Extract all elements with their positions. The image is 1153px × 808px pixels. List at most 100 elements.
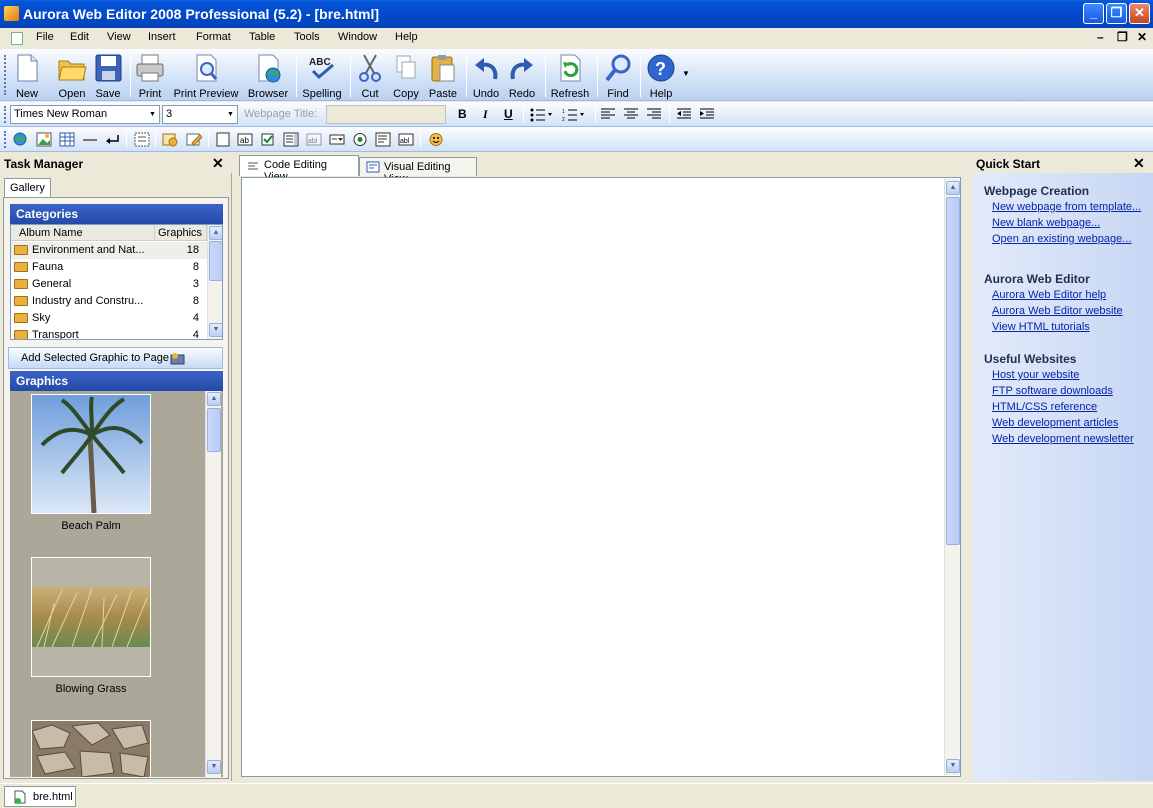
list-item[interactable]: Fauna 8: [11, 259, 207, 276]
link-aurora-help[interactable]: Aurora Web Editor help: [992, 289, 1106, 301]
maximize-button[interactable]: ❐: [1106, 3, 1127, 24]
spelling-button[interactable]: ABC Spelling: [302, 51, 342, 100]
cut-button[interactable]: Cut: [355, 51, 385, 100]
add-selected-graphic-button[interactable]: Add Selected Graphic to Page: [8, 347, 223, 369]
print-button[interactable]: Print: [135, 51, 165, 100]
align-right-icon[interactable]: [647, 107, 663, 122]
menu-edit[interactable]: Edit: [70, 31, 89, 43]
insert-list-box-icon[interactable]: [283, 132, 299, 147]
font-family-select[interactable]: Times New Roman ▼: [10, 105, 160, 124]
numbered-list-icon[interactable]: 12: [562, 107, 584, 123]
menu-file[interactable]: File: [36, 31, 54, 43]
menu-tools[interactable]: Tools: [294, 31, 320, 43]
indent-icon[interactable]: [700, 107, 716, 122]
link-host-website[interactable]: Host your website: [992, 369, 1079, 381]
insert-textarea-icon[interactable]: [375, 132, 391, 147]
scroll-up-icon[interactable]: ▲: [209, 226, 222, 240]
font-size-select[interactable]: 3 ▼: [162, 105, 238, 124]
menu-help[interactable]: Help: [395, 31, 418, 43]
mdi-minimize-button[interactable]: –: [1097, 30, 1104, 44]
link-web-dev-articles[interactable]: Web development articles: [992, 417, 1118, 429]
radio-button-icon[interactable]: [352, 132, 368, 147]
insert-dropdown-icon[interactable]: [329, 132, 345, 147]
list-item[interactable]: Transport 4: [11, 327, 207, 339]
find-button[interactable]: Find: [603, 51, 633, 100]
scroll-up-icon[interactable]: ▲: [207, 392, 221, 406]
list-item[interactable]: Environment and Nat... 18: [11, 242, 207, 259]
menu-format[interactable]: Format: [196, 31, 231, 43]
checkbox-icon[interactable]: [260, 132, 276, 147]
link-aurora-website[interactable]: Aurora Web Editor website: [992, 305, 1123, 317]
close-icon[interactable]: ✕: [1133, 155, 1145, 172]
mdi-restore-button[interactable]: ❐: [1117, 30, 1128, 44]
tab-visual-editing-view[interactable]: Visual Editing View: [359, 157, 477, 185]
mdi-close-button[interactable]: ✕: [1137, 30, 1147, 44]
line-break-icon[interactable]: [105, 132, 121, 147]
editor-scrollbar[interactable]: ▲ ▼: [944, 179, 960, 775]
categories-scrollbar[interactable]: ▲ ▼: [207, 225, 222, 339]
paste-button[interactable]: Paste: [427, 51, 459, 100]
scroll-thumb[interactable]: [209, 241, 222, 281]
insert-input-icon[interactable]: abl: [398, 132, 414, 147]
redo-button[interactable]: Redo: [507, 51, 537, 100]
close-button[interactable]: ✕: [1129, 3, 1150, 24]
scroll-thumb[interactable]: [946, 197, 960, 545]
toolbar-grip[interactable]: [4, 106, 7, 123]
menu-window[interactable]: Window: [338, 31, 377, 43]
column-header-album[interactable]: Album Name: [11, 225, 155, 241]
edit-pencil-icon[interactable]: [186, 132, 203, 147]
graphic-thumbnail-blowing-grass[interactable]: [31, 557, 151, 677]
menu-view[interactable]: View: [107, 31, 131, 43]
list-item[interactable]: Industry and Constru... 8: [11, 293, 207, 310]
browser-button[interactable]: Browser: [246, 51, 290, 100]
link-html-tutorials[interactable]: View HTML tutorials: [992, 321, 1090, 333]
graphic-thumbnail-beach-palm[interactable]: [31, 394, 151, 514]
code-editor[interactable]: ▲ ▼: [241, 177, 961, 777]
menu-table[interactable]: Table: [249, 31, 275, 43]
minimize-button[interactable]: _: [1083, 3, 1104, 24]
graphic-thumbnail-rocks[interactable]: [31, 720, 151, 777]
insert-label-icon[interactable]: ab: [237, 132, 253, 147]
document-icon[interactable]: [11, 32, 23, 45]
insert-div-icon[interactable]: [215, 132, 231, 147]
list-item[interactable]: Sky 4: [11, 310, 207, 327]
open-button[interactable]: Open: [56, 51, 88, 100]
close-icon[interactable]: ✕: [212, 155, 224, 172]
insert-table-icon[interactable]: [59, 132, 75, 147]
outdent-icon[interactable]: [677, 107, 693, 122]
help-button[interactable]: ? Help: [646, 51, 676, 100]
toolbar-grip[interactable]: [4, 55, 7, 95]
refresh-button[interactable]: Refresh: [550, 51, 590, 100]
undo-button[interactable]: Undo: [471, 51, 501, 100]
column-header-graphics[interactable]: Graphics: [155, 225, 207, 241]
insert-text-field-icon[interactable]: abl: [306, 132, 322, 147]
save-button[interactable]: Save: [93, 51, 123, 100]
insert-script-icon[interactable]: [162, 132, 178, 147]
scroll-thumb[interactable]: [207, 408, 221, 452]
italic-button[interactable]: I: [483, 107, 488, 122]
link-new-blank-webpage[interactable]: New blank webpage...: [992, 217, 1100, 229]
help-dropdown-icon[interactable]: ▼: [682, 69, 690, 78]
scroll-down-icon[interactable]: ▼: [207, 760, 221, 774]
webpage-title-input[interactable]: [326, 105, 446, 124]
tab-code-editing-view[interactable]: Code Editing View: [239, 155, 359, 183]
align-left-icon[interactable]: [601, 107, 617, 122]
graphics-scrollbar[interactable]: ▲ ▼: [205, 391, 221, 777]
toolbar-grip[interactable]: [4, 131, 7, 148]
new-button[interactable]: New: [12, 51, 42, 100]
tab-gallery[interactable]: Gallery: [4, 178, 51, 197]
scroll-down-icon[interactable]: ▼: [209, 323, 222, 337]
horizontal-rule-icon[interactable]: [82, 132, 98, 147]
align-center-icon[interactable]: [624, 107, 640, 122]
insert-image-icon[interactable]: [36, 132, 52, 147]
insert-link-icon[interactable]: [12, 132, 28, 147]
menu-insert[interactable]: Insert: [148, 31, 176, 43]
print-preview-button[interactable]: Print Preview: [172, 51, 240, 100]
link-html-css-reference[interactable]: HTML/CSS reference: [992, 401, 1097, 413]
scroll-up-icon[interactable]: ▲: [946, 181, 960, 195]
list-item[interactable]: General 3: [11, 276, 207, 293]
insert-smiley-icon[interactable]: [428, 132, 444, 147]
copy-button[interactable]: Copy: [391, 51, 421, 100]
document-tab[interactable]: bre.html: [4, 786, 76, 807]
bold-button[interactable]: B: [458, 107, 467, 121]
